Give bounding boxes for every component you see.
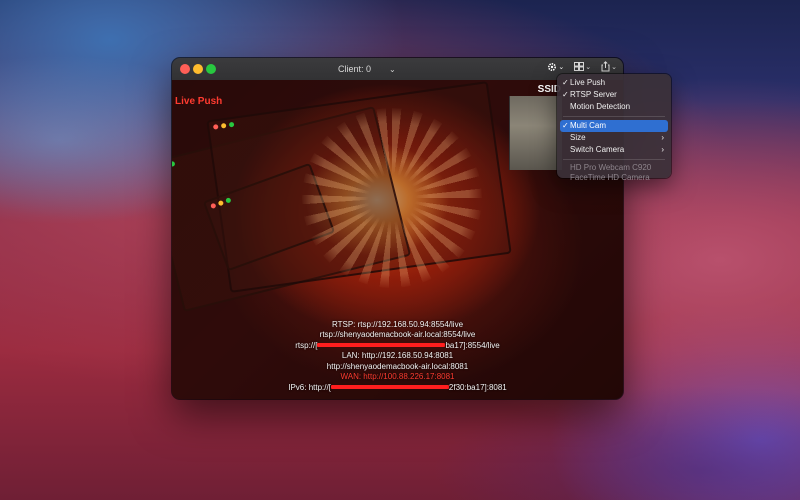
chevron-down-icon: ⌄ — [585, 63, 592, 71]
redaction-mark — [317, 343, 446, 348]
share-icon — [601, 61, 610, 72]
menu-item-multi-cam[interactable]: ✓ Multi Cam — [560, 120, 668, 132]
menu-item-label: Motion Detection — [570, 102, 631, 111]
rtsp-ipv6-url: rtsp://[ ba17]:8554/live — [172, 341, 623, 352]
menu-item-live-push[interactable]: ✓ Live Push — [560, 77, 668, 89]
chevron-down-icon: ⌄ — [558, 63, 565, 71]
menu-item-label: Live Push — [570, 78, 606, 87]
wan-url: WAN: http://100.88.226.17:8081 — [340, 372, 455, 381]
menu-item-hd-pro-webcam: HD Pro Webcam C920 — [560, 163, 668, 173]
ipv6-suffix: 2f30:ba17]:8081 — [448, 382, 507, 392]
ipv6-url: IPv6: http://[ 2f30:ba17]:8081 — [172, 383, 623, 394]
checkmark-icon: ✓ — [562, 90, 569, 99]
app-window: Client: 0 ⌄ ⌄ ⌄ ⌄ Live Push SSID RTSP: r… — [172, 58, 623, 399]
live-push-indicator: Live Push — [175, 96, 223, 107]
stream-address-overlay: RTSP: rtsp://192.168.50.94:8554/live rts… — [172, 320, 623, 394]
lan-ip-url: LAN: http://192.168.50.94:8081 — [341, 351, 454, 360]
layout-menu-button[interactable]: ⌄ — [574, 62, 591, 71]
menu-item-label: Switch Camera — [570, 145, 625, 154]
checkmark-icon: ✓ — [562, 121, 569, 130]
settings-menu-button[interactable]: ⌄ — [547, 62, 564, 72]
rtsp-ipv6-suffix: ba17]:8554/live — [445, 340, 500, 350]
menu-item-motion-detection[interactable]: Motion Detection — [560, 101, 668, 113]
toolbar: ⌄ ⌄ ⌄ — [547, 61, 617, 72]
close-window-button[interactable] — [180, 64, 190, 74]
menu-item-label: HD Pro Webcam C920 — [570, 163, 652, 172]
lan-host-url: http://shenyaodemacbook-air.local:8081 — [326, 361, 469, 371]
checkmark-icon: ✓ — [562, 78, 569, 87]
chevron-down-icon: ⌄ — [389, 64, 396, 74]
rtsp-ip-url: RTSP: rtsp://192.168.50.94:8554/live — [331, 319, 464, 329]
grid-icon — [574, 62, 585, 71]
rtsp-ipv6-prefix: rtsp://[ — [295, 340, 318, 350]
menu-separator — [563, 116, 665, 117]
ipv6-prefix: IPv6: http://[ — [288, 382, 331, 392]
menu-item-label: FaceTime HD Camera — [570, 173, 650, 182]
menu-item-label: Multi Cam — [570, 121, 607, 130]
pip-camera-view[interactable] — [509, 96, 562, 170]
minimize-window-button[interactable] — [193, 64, 203, 74]
menu-item-facetime-hd-camera: FaceTime HD Camera — [560, 173, 668, 183]
video-feedback-tunnel — [302, 108, 482, 288]
redaction-mark — [330, 385, 449, 390]
chevron-right-icon: › — [661, 145, 664, 154]
share-menu-button[interactable]: ⌄ — [601, 61, 617, 72]
chevron-right-icon: › — [661, 133, 664, 142]
zoom-window-button[interactable] — [206, 64, 216, 74]
menu-item-label: RTSP Server — [570, 90, 617, 99]
client-selector[interactable]: Client: 0 ⌄ — [338, 62, 396, 76]
chevron-down-icon: ⌄ — [611, 63, 617, 71]
settings-dropdown-menu: ✓ Live Push ✓ RTSP Server Motion Detecti… — [557, 74, 671, 182]
title-bar: Client: 0 ⌄ ⌄ ⌄ ⌄ — [172, 58, 623, 81]
camera-preview: Live Push SSID RTSP: rtsp://192.168.50.9… — [172, 80, 623, 399]
menu-item-rtsp-server[interactable]: ✓ RTSP Server — [560, 89, 668, 101]
rtsp-host-url: rtsp://shenyaodemacbook-air.local:8554/l… — [319, 330, 476, 339]
gear-icon — [548, 62, 557, 71]
menu-item-size[interactable]: Size › — [560, 132, 668, 144]
menu-item-label: Size — [570, 133, 586, 142]
menu-item-switch-camera[interactable]: Switch Camera › — [560, 144, 668, 156]
menu-separator — [563, 159, 665, 160]
client-selector-label: Client: 0 — [338, 64, 372, 74]
